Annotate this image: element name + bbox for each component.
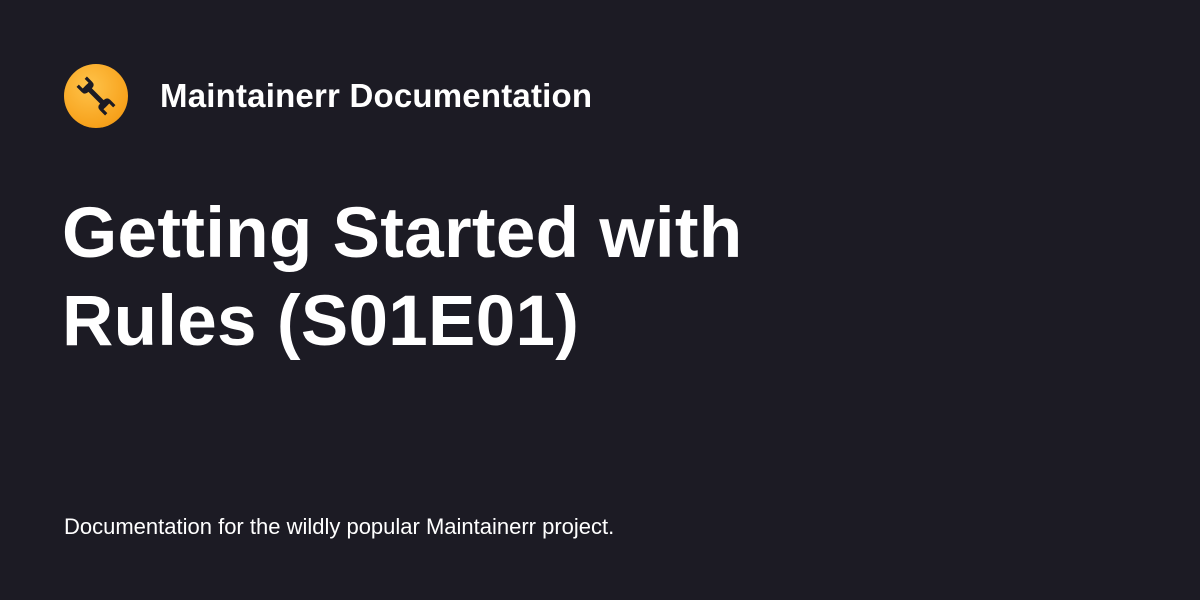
page-title: Getting Started with Rules (S01E01) <box>62 194 743 361</box>
social-card: Maintainerr Documentation Getting Starte… <box>0 0 1200 600</box>
site-name: Maintainerr Documentation <box>160 77 593 114</box>
site-description: Documentation for the wildly popular Mai… <box>64 514 615 539</box>
site-header: Maintainerr Documentation <box>64 64 592 128</box>
wrench-icon <box>64 64 128 128</box>
